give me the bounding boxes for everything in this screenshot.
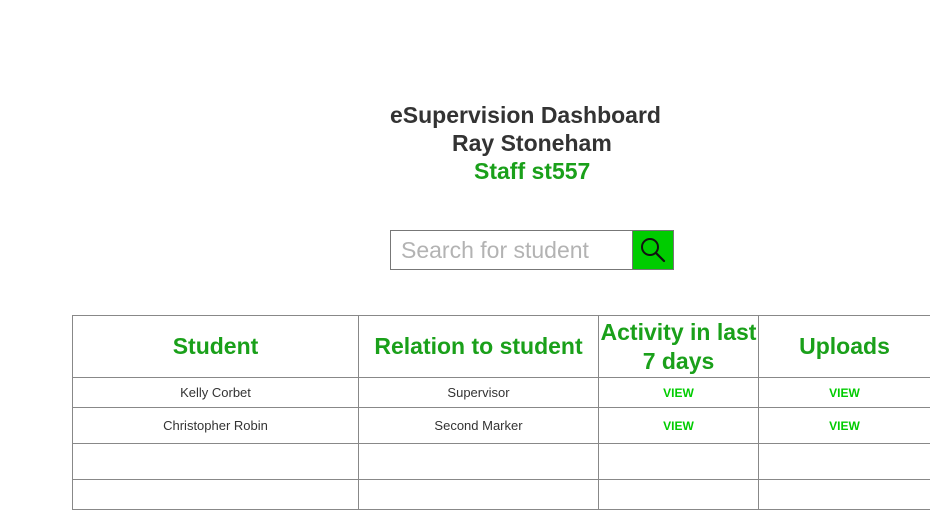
view-uploads-link[interactable]: VIEW — [829, 386, 860, 400]
student-name-cell: Christopher Robin — [72, 407, 359, 444]
uploads-cell — [758, 479, 930, 510]
search-button[interactable] — [632, 230, 674, 270]
table-row — [72, 443, 930, 480]
view-activity-link[interactable]: VIEW — [663, 419, 694, 433]
relation-cell — [358, 479, 599, 510]
table-header-row: Student Relation to student Activity in … — [72, 315, 930, 378]
search-icon — [641, 238, 666, 263]
students-table: Student Relation to student Activity in … — [72, 315, 930, 510]
uploads-cell: VIEW — [758, 377, 930, 408]
student-search-input[interactable] — [390, 230, 632, 270]
table-row — [72, 479, 930, 510]
view-uploads-link[interactable]: VIEW — [829, 419, 860, 433]
student-search-bar — [390, 230, 674, 270]
staff-id-label: Staff st557 — [474, 158, 591, 184]
uploads-cell: VIEW — [758, 407, 930, 444]
column-header-relation: Relation to student — [358, 315, 599, 378]
table-row: Kelly Corbet Supervisor VIEW VIEW — [72, 377, 930, 408]
student-name-cell — [72, 479, 359, 510]
activity-cell: VIEW — [598, 407, 759, 444]
uploads-cell — [758, 443, 930, 480]
student-name-cell: Kelly Corbet — [72, 377, 359, 408]
activity-cell: VIEW — [598, 377, 759, 408]
column-header-uploads: Uploads — [758, 315, 930, 378]
relation-cell — [358, 443, 599, 480]
column-header-activity: Activity in last 7 days — [598, 315, 759, 378]
relation-cell: Supervisor — [358, 377, 599, 408]
student-name-cell — [72, 443, 359, 480]
relation-cell: Second Marker — [358, 407, 599, 444]
column-header-student: Student — [72, 315, 359, 378]
table-row: Christopher Robin Second Marker VIEW VIE… — [72, 407, 930, 444]
user-name: Ray Stoneham — [452, 130, 612, 156]
activity-cell — [598, 443, 759, 480]
dashboard-page: eSupervision Dashboard Ray Stoneham Staf… — [0, 0, 930, 510]
activity-cell — [598, 479, 759, 510]
page-title: eSupervision Dashboard — [390, 102, 661, 128]
view-activity-link[interactable]: VIEW — [663, 386, 694, 400]
